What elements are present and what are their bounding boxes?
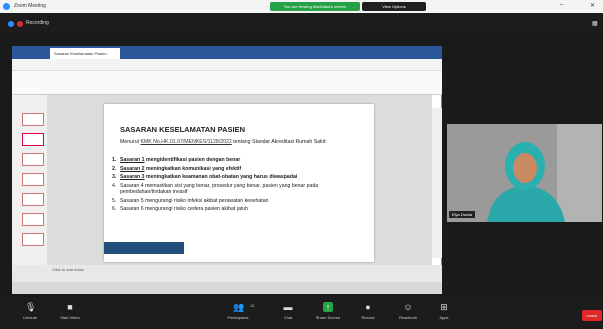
item-text: mengidentifikasi pasien dengan benar [144,157,241,163]
item-number: 5. [112,197,117,204]
chat-icon: ▬ [283,302,293,312]
item-number: 4. [112,182,117,189]
chat-label: Chat [283,315,293,320]
item-lead: Sasaran 5 [120,197,144,204]
close-icon[interactable]: ✕ [590,2,595,9]
chat-button[interactable]: ▬ Chat [266,302,310,320]
item-number: 3. [112,174,117,181]
unmute-label: Unmute [22,315,37,320]
item-lead: Sasaran 6 [120,206,144,213]
right-tool-panel [432,108,442,258]
participant-figure [447,124,602,222]
list-item: 6. Sasaran 6 mengurangi risiko cedera pas… [112,206,367,212]
record-icon: ● [365,302,371,312]
participants-label: Participants [227,315,249,320]
screen-share-banner: You are viewing Marlinaka's screen [270,2,360,11]
item-lead: Sasaran 4 [120,182,144,189]
view-grid-icon[interactable]: ▦ [592,20,598,27]
slide-footer-bar [104,242,184,254]
reactions-icon: ☺ [403,302,413,312]
slide-thumbnail[interactable] [22,173,44,186]
list-item: 2. Sasaran 2 meningkatkan komunikasi yang… [112,166,367,172]
record-label: Record [361,315,375,320]
slide-thumbnail[interactable] [22,193,44,206]
status-bar [12,282,442,294]
item-number: 2. [112,165,117,172]
file-tab[interactable]: Sasaran Keselamatan Pasien [50,48,120,59]
leave-button[interactable]: Leave [582,310,602,321]
start-video-label: Start Video [60,315,80,320]
minimize-icon[interactable]: – [560,2,563,8]
item-lead: Sasaran 1 [120,157,145,163]
slide-thumbnails [12,95,47,265]
item-lead: Sasaran 2 [120,165,145,172]
slide-thumbnail[interactable] [22,153,44,166]
intro-text: Menurut [120,139,141,145]
apps-icon: ⊞ [440,302,448,312]
participants-icon: 👥 [233,302,245,312]
intro-text: tentang Standar Akreditasi Rumah Sakit: [231,139,327,145]
item-text: meningkatkan keamanan obat-obatan yang h… [144,174,298,181]
view-options-button[interactable]: View Options [362,2,426,11]
slide-thumbnail[interactable] [22,133,44,146]
reactions-label: Reactions [399,315,417,320]
security-icon[interactable] [8,21,14,27]
slide[interactable]: SASARAN KESELAMATAN PASIEN Menurut KMK N… [104,104,374,262]
recording-label: Recording [26,20,49,26]
meeting-top-bar [0,13,603,35]
share-screen-icon: ↑ [323,302,333,312]
apps-button[interactable]: ⊞ Apps [422,302,466,320]
list-item: 3. Sasaran 3 meningkatkan keamanan obat-o… [112,174,367,180]
item-text: mengurangi risiko infeksi akibat perawat… [143,197,269,204]
list-item: 4. Sasaran 4 memastikan sisi yang benar, … [112,183,367,196]
item-text: mengurangi risiko cedera pasien akibat j… [143,206,249,213]
ribbon-toolbar [12,71,442,95]
zoom-logo-icon [3,3,10,10]
participants-count: 12 [250,303,255,308]
recording-icon [17,21,23,27]
app-title: Zoom Meeting [14,3,46,9]
video-off-icon: ■ [67,302,73,312]
goals-list: 1. Sasaran 1 mengidentifikasi pasien deng… [112,157,367,215]
record-button[interactable]: ● Record [346,302,390,320]
list-item: 1. Sasaran 1 mengidentifikasi pasien deng… [112,157,367,163]
ribbon-tabs [12,59,442,71]
item-text: memastikan sisi yang benar, prosedur yan… [120,182,319,196]
participant-name: Elya Dwida [449,211,476,218]
slide-intro: Menurut KMK No.HK.01.07/MENKES/1128/2022… [120,139,364,145]
add-notes-placeholder[interactable]: Click to add notes [52,267,84,272]
slide-thumbnail[interactable] [22,113,44,126]
item-text: meningkatkan komunikasi yang efektif [144,165,242,172]
item-number: 1. [112,157,117,163]
unmute-button[interactable]: 🎙 Unmute [8,302,52,320]
start-video-button[interactable]: ■ Start Video [48,302,92,320]
microphone-muted-icon: 🎙 [25,302,37,312]
slide-thumbnail[interactable] [22,233,44,246]
slide-thumbnail[interactable] [22,213,44,226]
item-lead: Sasaran 3 [120,174,145,181]
share-screen-label: Share Screen [315,315,341,320]
item-number: 6. [112,206,117,213]
slide-title: SASARAN KESELAMATAN PASIEN [120,125,246,134]
participant-video[interactable] [447,124,602,222]
regulation-link[interactable]: KMK No.HK.01.07/MENKES/1128/2022 [140,139,231,145]
apps-label: Apps [439,315,449,320]
list-item: 5. Sasaran 5 mengurangi risiko infeksi ak… [112,198,367,204]
share-screen-button[interactable]: ↑ Share Screen [306,302,350,320]
